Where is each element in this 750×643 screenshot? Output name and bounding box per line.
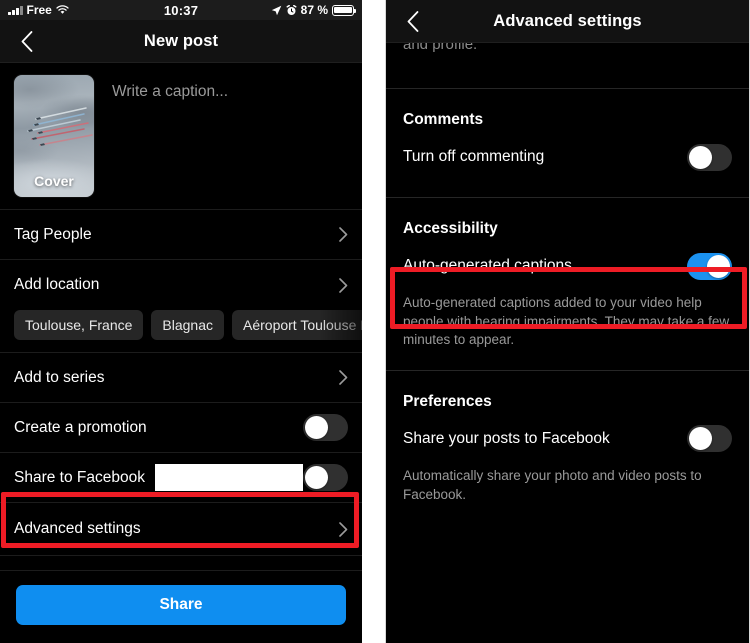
toggle-knob	[689, 427, 712, 451]
section-heading-accessibility: Accessibility	[403, 220, 498, 237]
location-suggestion-chips: Toulouse, France Blagnac Aéroport Toulou…	[0, 310, 362, 353]
location-chip[interactable]: Aéroport Toulouse B	[232, 310, 362, 340]
location-arrow-icon	[271, 5, 282, 16]
row-label: Share your posts to Facebook	[403, 429, 610, 447]
page-title: Advanced settings	[493, 11, 642, 30]
chevron-right-icon	[339, 370, 348, 385]
cover-thumbnail[interactable]: Cover	[14, 75, 94, 197]
share-button-container: Share	[0, 570, 362, 625]
share-to-facebook-toggle[interactable]	[303, 464, 348, 491]
row-auto-generated-captions[interactable]: Auto-generated captions	[386, 238, 749, 294]
row-label: Add to series	[14, 368, 105, 386]
battery-percent-label: 87 %	[300, 3, 328, 17]
left-nav-bar: New post	[0, 20, 362, 63]
caption-input[interactable]: Write a caption...	[94, 75, 348, 195]
auto-generated-captions-toggle[interactable]	[687, 252, 732, 280]
chevron-left-icon	[407, 10, 419, 32]
status-bar: Free 10:37 87 %	[0, 0, 362, 20]
row-label: Auto-generated captions	[403, 257, 572, 274]
helper-text-preferences: Automatically share your photo and video…	[403, 467, 702, 502]
row-label: Add location	[14, 276, 100, 293]
back-button[interactable]	[10, 20, 44, 62]
row-advanced-settings[interactable]: Advanced settings	[0, 503, 362, 556]
row-add-to-series[interactable]: Add to series	[0, 353, 362, 403]
row-label: Share to Facebook	[14, 468, 145, 486]
row-turn-off-commenting[interactable]: Turn off commenting	[386, 129, 749, 185]
share-button[interactable]: Share	[16, 585, 346, 625]
row-label: Turn off commenting	[403, 148, 545, 165]
left-phone-screen: Free 10:37 87 % New post Cover Write a c…	[0, 0, 362, 643]
row-label: Tag People	[14, 225, 92, 243]
scrolled-helper-text: and profile.	[386, 43, 749, 89]
share-posts-to-facebook-toggle[interactable]	[687, 425, 732, 453]
chevron-right-icon	[339, 227, 348, 242]
row-tag-people[interactable]: Tag People	[0, 210, 362, 260]
back-button[interactable]	[396, 0, 430, 42]
row-add-location[interactable]: Add location	[0, 260, 362, 310]
turn-off-commenting-toggle[interactable]	[687, 143, 732, 171]
helper-text-accessibility: Auto-generated captions added to your vi…	[403, 295, 730, 348]
section-heading-preferences: Preferences	[403, 392, 492, 410]
chevron-left-icon	[21, 30, 33, 52]
battery-icon	[332, 4, 357, 16]
cover-label: Cover	[34, 173, 74, 189]
redaction-overlay	[154, 464, 303, 491]
chevron-right-icon	[339, 277, 348, 293]
status-bar-right: 87 %	[271, 3, 357, 17]
toggle-knob	[707, 254, 730, 278]
right-phone-screen: Advanced settings and profile. Comments …	[385, 0, 750, 643]
scrolled-helper-text-value: and profile.	[403, 43, 478, 53]
row-share-posts-to-facebook[interactable]: Share your posts to Facebook	[386, 411, 749, 467]
toggle-knob	[305, 466, 328, 489]
screenshot-stage: Free 10:37 87 % New post Cover Write a c…	[0, 0, 750, 643]
chevron-right-icon	[339, 521, 348, 537]
toggle-knob	[305, 416, 328, 439]
row-share-to-facebook[interactable]: Share to Facebook	[0, 453, 362, 503]
composer-row: Cover Write a caption...	[0, 63, 362, 210]
row-label: Advanced settings	[14, 520, 141, 537]
create-promotion-toggle[interactable]	[303, 414, 348, 441]
alarm-clock-icon	[286, 4, 297, 16]
section-heading-comments: Comments	[403, 111, 484, 128]
location-chip[interactable]: Toulouse, France	[14, 310, 144, 340]
right-nav-bar: Advanced settings	[386, 0, 749, 43]
location-chip[interactable]: Blagnac	[151, 310, 224, 340]
page-title: New post	[143, 31, 219, 50]
row-create-promotion[interactable]: Create a promotion	[0, 403, 362, 453]
toggle-knob	[689, 145, 712, 169]
row-label: Create a promotion	[14, 418, 147, 436]
